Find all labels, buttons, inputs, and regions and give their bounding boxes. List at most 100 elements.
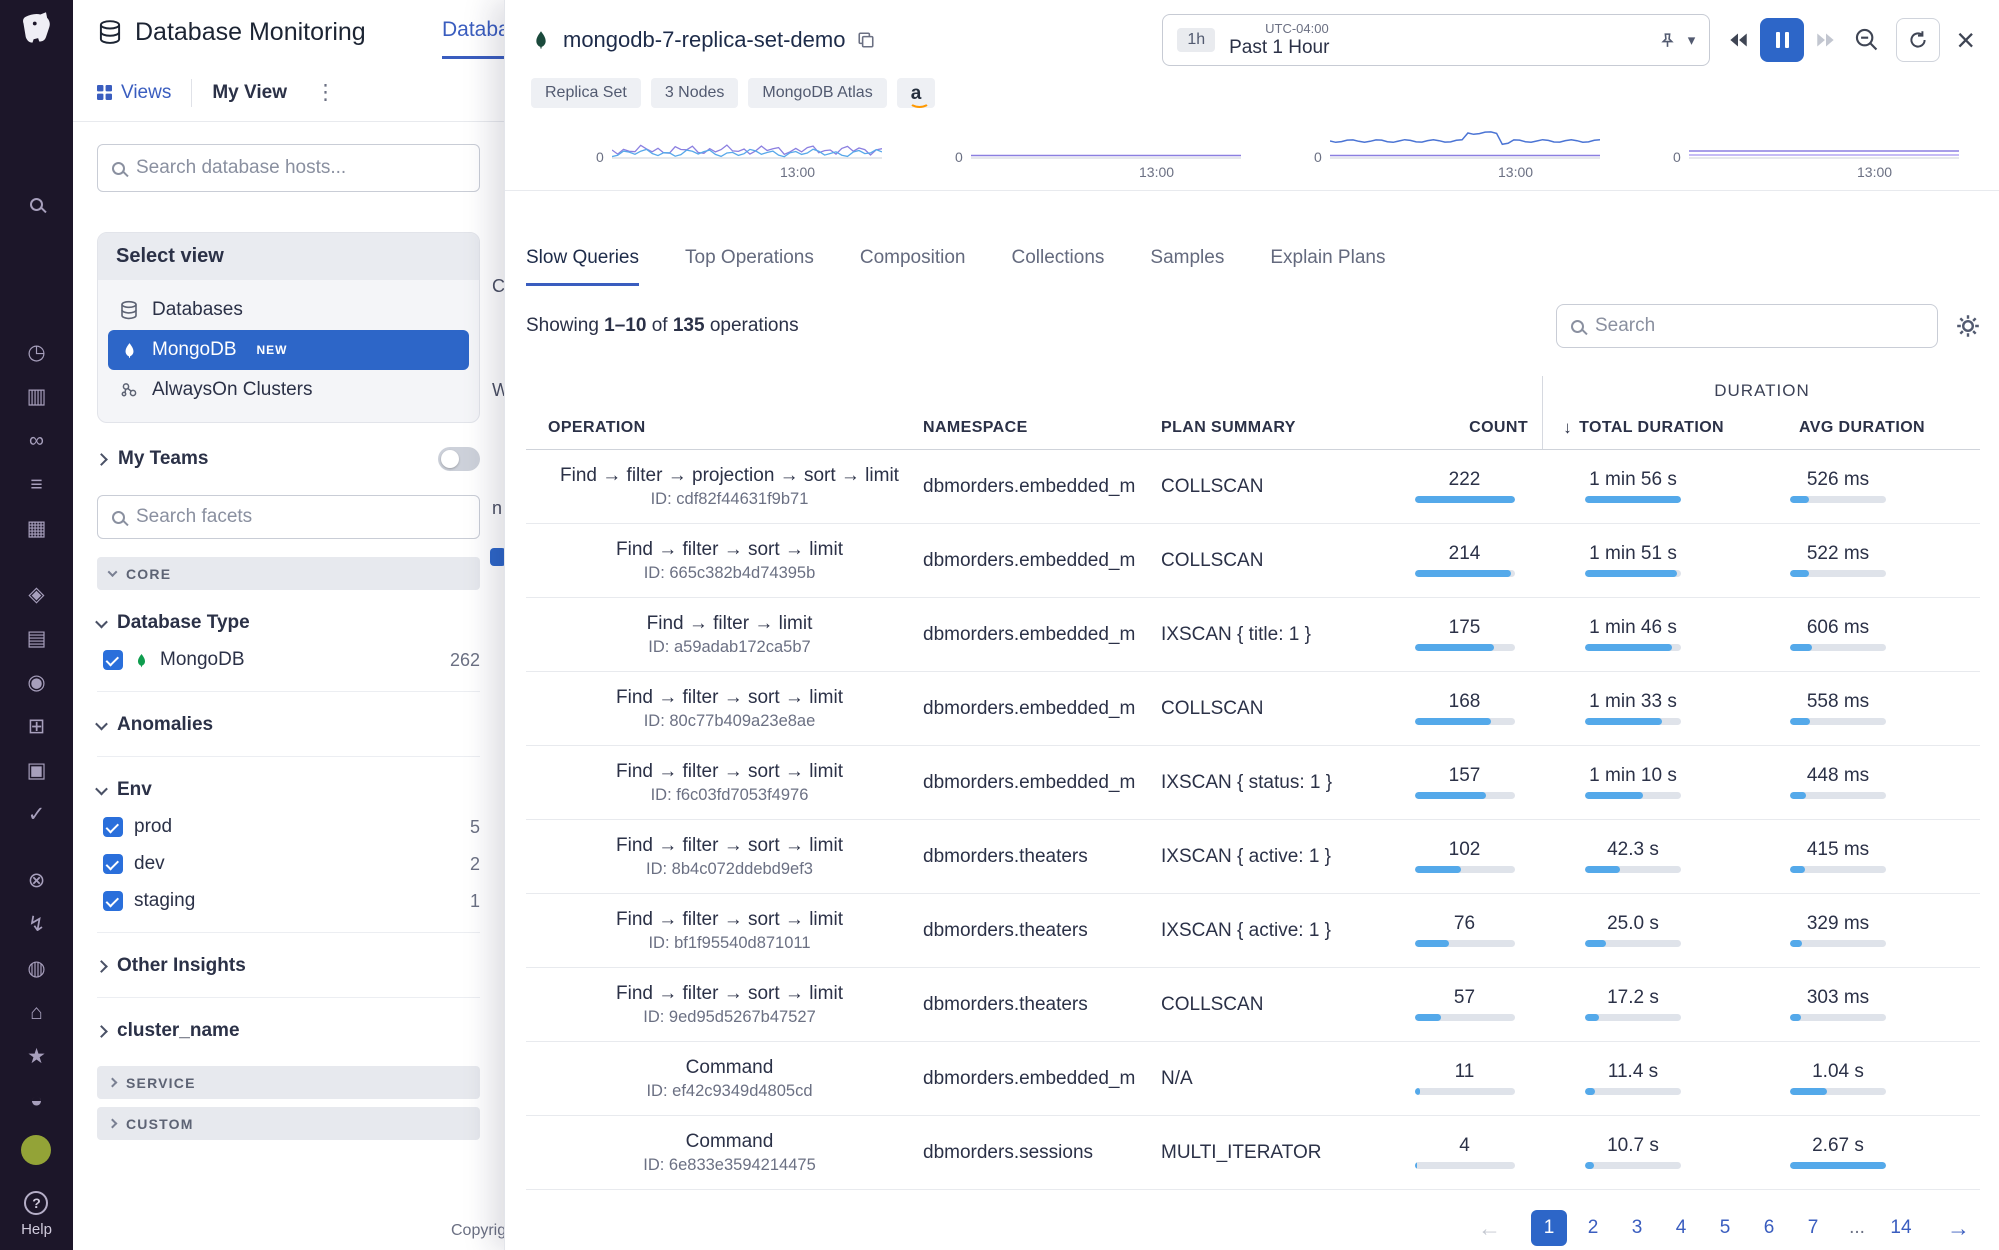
apm-icon[interactable]: ∞ xyxy=(22,426,52,456)
checkbox-checked[interactable] xyxy=(103,650,123,670)
table-row[interactable]: Find → filter → sort → limit ID: 80c77b4… xyxy=(526,672,1980,746)
tab-collections[interactable]: Collections xyxy=(1011,247,1104,286)
help-button[interactable]: ? Help xyxy=(21,1191,52,1238)
org-icon[interactable]: ⌂ xyxy=(21,998,51,1028)
facet-row-dev[interactable]: dev 2 xyxy=(103,853,480,875)
table-search[interactable] xyxy=(1556,304,1938,348)
table-row[interactable]: Find → filter → limit ID: a59adab172ca5b… xyxy=(526,598,1980,672)
column-count[interactable]: COUNT xyxy=(1401,406,1542,449)
checkbox-checked[interactable] xyxy=(103,854,123,874)
assistant-icon[interactable]: ★ xyxy=(21,1042,51,1072)
page-number[interactable]: ... xyxy=(1839,1210,1875,1246)
skip-back-icon[interactable] xyxy=(1726,28,1750,52)
metrics-icon[interactable]: ▥ xyxy=(22,382,52,412)
support-chat-icon[interactable]: ◒ xyxy=(21,1086,51,1116)
facet-row-prod[interactable]: prod 5 xyxy=(103,816,480,838)
column-avg-duration[interactable]: AVG DURATION xyxy=(1751,406,1981,449)
host-metric-sparkline[interactable]: 0 13:00 xyxy=(590,116,890,186)
facet-row-staging[interactable]: staging 1 xyxy=(103,890,480,912)
close-panel-icon[interactable]: × xyxy=(1956,24,1975,56)
table-row[interactable]: Command ID: ef42c9349d4805cd dbmorders.e… xyxy=(526,1042,1980,1116)
pause-button[interactable] xyxy=(1760,18,1805,62)
tag-replica-set[interactable]: Replica Set xyxy=(531,78,641,108)
section-custom[interactable]: CUSTOM xyxy=(97,1107,480,1140)
column-namespace[interactable]: NAMESPACE xyxy=(911,406,1151,449)
page-number[interactable]: 7 xyxy=(1795,1210,1831,1246)
tab-databases[interactable]: Databases xyxy=(442,18,504,59)
host-metric-sparkline[interactable]: 0 13:00 xyxy=(1667,116,1967,186)
page-number[interactable]: 3 xyxy=(1619,1210,1655,1246)
page-number[interactable]: 1 xyxy=(1531,1210,1567,1246)
my-teams-section[interactable]: My Teams xyxy=(95,447,480,471)
skip-forward-icon[interactable] xyxy=(1814,28,1838,52)
my-teams-toggle[interactable] xyxy=(438,447,480,471)
page-number[interactable]: 2 xyxy=(1575,1210,1611,1246)
tag-3-nodes[interactable]: 3 Nodes xyxy=(650,78,739,108)
search-facets[interactable] xyxy=(97,495,480,539)
next-page-icon[interactable]: → xyxy=(1937,1215,1980,1242)
containers-icon[interactable]: ▦ xyxy=(22,514,52,544)
bots-icon[interactable]: ◍ xyxy=(22,954,52,984)
error-tracking-icon[interactable]: ⊗ xyxy=(22,866,52,896)
refresh-button[interactable] xyxy=(1896,18,1941,62)
checkbox-checked[interactable] xyxy=(103,891,123,911)
table-settings-gear-icon[interactable] xyxy=(1956,314,1980,338)
security-icon[interactable]: ▣ xyxy=(22,756,52,786)
search-database-hosts-input[interactable] xyxy=(136,157,465,179)
table-row[interactable]: Find → filter → projection → sort → limi… xyxy=(526,450,1980,524)
global-search-icon[interactable] xyxy=(30,196,43,213)
more-options-icon[interactable]: ⋮ xyxy=(315,80,336,105)
amazon-tag[interactable]: a xyxy=(896,78,936,108)
search-facets-input[interactable] xyxy=(136,506,465,528)
view-item-mongodb[interactable]: MongoDB NEW xyxy=(108,330,469,370)
views-menu[interactable]: Views xyxy=(97,82,171,104)
table-row[interactable]: Find → filter → sort → limit ID: 8b4c072… xyxy=(526,820,1980,894)
page-number[interactable]: 14 xyxy=(1883,1210,1919,1246)
column-plan-summary[interactable]: PLAN SUMMARY xyxy=(1151,406,1401,449)
tab-slow-queries[interactable]: Slow Queries xyxy=(526,247,639,286)
tag-mongodb-atlas[interactable]: MongoDB Atlas xyxy=(748,78,887,108)
page-number[interactable]: 5 xyxy=(1707,1210,1743,1246)
logs-icon[interactable]: ▤ xyxy=(22,624,52,654)
view-item-alwayson-clusters[interactable]: AlwaysOn Clusters xyxy=(108,370,469,410)
time-range-picker[interactable]: 1h UTC-04:00 Past 1 Hour ▾ xyxy=(1162,14,1711,66)
network-icon[interactable]: ◉ xyxy=(22,668,52,698)
column-total-duration[interactable]: ↓ TOTAL DURATION xyxy=(1542,406,1751,449)
search-database-hosts[interactable] xyxy=(97,144,480,192)
compliance-icon[interactable]: ✓ xyxy=(22,800,52,830)
page-number[interactable]: 4 xyxy=(1663,1210,1699,1246)
tab-samples[interactable]: Samples xyxy=(1150,247,1224,286)
checkbox-checked[interactable] xyxy=(103,817,123,837)
zoom-out-icon[interactable] xyxy=(1854,27,1880,53)
notebooks-icon[interactable]: ≡ xyxy=(22,470,52,500)
host-metric-sparkline[interactable]: 0 13:00 xyxy=(949,116,1249,186)
table-row[interactable]: Find → filter → sort → limit ID: 9ed95d5… xyxy=(526,968,1980,1042)
plan-summary-cell: IXSCAN { title: 1 } xyxy=(1161,623,1311,645)
infrastructure-icon[interactable]: ◈ xyxy=(22,580,52,610)
integrations-icon[interactable]: ⊞ xyxy=(22,712,52,742)
pin-icon[interactable] xyxy=(1659,32,1676,49)
table-row[interactable]: Find → filter → sort → limit ID: 665c382… xyxy=(526,524,1980,598)
datadog-logo-icon[interactable] xyxy=(17,10,57,46)
table-row[interactable]: Find → filter → sort → limit ID: bf1f955… xyxy=(526,894,1980,968)
watchdog-icon[interactable]: ◷ xyxy=(22,338,52,368)
host-metric-sparkline[interactable]: 0 13:00 xyxy=(1308,116,1608,186)
tab-explain-plans[interactable]: Explain Plans xyxy=(1270,247,1385,286)
tab-top-operations[interactable]: Top Operations xyxy=(685,247,814,286)
column-operation[interactable]: OPERATION xyxy=(526,406,911,449)
events-icon[interactable]: ↯ xyxy=(22,910,52,940)
copy-icon[interactable] xyxy=(857,31,875,49)
table-search-input[interactable] xyxy=(1595,315,1923,337)
facet-row-mongodb[interactable]: MongoDB 262 xyxy=(103,649,480,671)
section-core[interactable]: CORE xyxy=(97,557,480,590)
view-item-databases[interactable]: Databases xyxy=(108,290,469,330)
tab-my-view[interactable]: My View xyxy=(212,82,287,104)
user-avatar[interactable] xyxy=(21,1135,52,1165)
page-number[interactable]: 6 xyxy=(1751,1210,1787,1246)
table-row[interactable]: Command ID: 6e833e3594214475 dbmorders.s… xyxy=(526,1116,1980,1190)
table-row[interactable]: Find → filter → sort → limit ID: f6c03fd… xyxy=(526,746,1980,820)
section-service[interactable]: SERVICE xyxy=(97,1066,480,1099)
chevron-down-icon[interactable]: ▾ xyxy=(1688,31,1696,49)
time-range-chip[interactable]: 1h xyxy=(1177,28,1216,52)
tab-composition[interactable]: Composition xyxy=(860,247,966,286)
